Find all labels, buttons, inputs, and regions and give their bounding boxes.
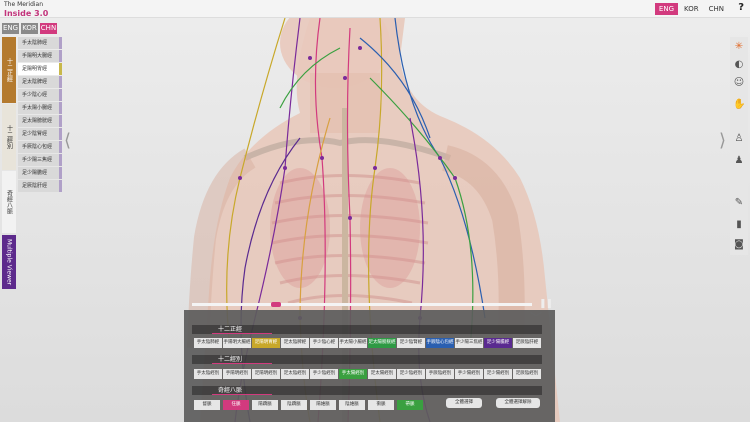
divergent-toggle-button[interactable]: 手太陰經別: [194, 369, 222, 379]
tab-twelve-meridians[interactable]: 十二正經: [2, 37, 16, 103]
divergent-toggle-button[interactable]: 手厥陰經別: [426, 369, 454, 379]
section-header-twelve-divergent: 十二經別: [192, 355, 542, 364]
divergent-toggle-button[interactable]: 足太陰經別: [281, 369, 309, 379]
row-twelve-divergent: 手太陰經別 手陽明經別 足陽明經別 足太陰經別 手少陰經別 手太陽經別 足太陽經別 足少陰經別…: [194, 369, 541, 379]
logo-line1: The Meridian: [4, 1, 44, 8]
left-lang-eng-button[interactable]: ENG: [2, 23, 19, 34]
meridian-list-item[interactable]: 手少陰心經: [18, 89, 62, 101]
tab-label: Multiple Viewer: [5, 238, 13, 286]
left-lang-chn-button[interactable]: CHN: [40, 23, 57, 34]
extra-vessel-toggle-button[interactable]: 陽維脈: [310, 400, 336, 410]
next-view-arrow-icon[interactable]: ⟩: [719, 130, 726, 151]
slider-knob[interactable]: [271, 302, 282, 307]
left-language-selector: ENG KOR CHN: [2, 23, 57, 34]
divergent-toggle-button[interactable]: 手少陽經別: [455, 369, 483, 379]
meridian-toggle-button[interactable]: 足太陰脾經: [281, 338, 309, 348]
meridian-list-item[interactable]: 足少陰腎經: [18, 128, 62, 140]
deselect-all-button[interactable]: 全體選擇解除: [496, 398, 540, 408]
right-toolbar: ✳ ◐ ☺ ✋ ♙ ♟ ✎ ▮ ◙: [730, 37, 748, 255]
top-bar: The Meridian Inside 3.0 ENG KOR CHN ?: [0, 0, 750, 18]
meridian-list-item[interactable]: 足陽明胃經: [18, 63, 62, 75]
app-logo: The Meridian Inside 3.0: [4, 1, 48, 18]
extra-vessel-toggle-button[interactable]: 衝脈: [368, 400, 394, 410]
ear-icon[interactable]: ◐: [733, 59, 745, 71]
help-button[interactable]: ?: [738, 2, 744, 13]
divergent-toggle-button[interactable]: 足太陽經別: [368, 369, 396, 379]
section-header-eight-extra: 奇經八脈: [192, 386, 542, 395]
top-lang-eng-button[interactable]: ENG: [654, 3, 679, 15]
meridian-list: 手太陰肺經 手陽明大腸經 足陽明胃經 足太陰脾經 手少陰心經 手太陽小腸經 足太陽膀胱經 足少…: [18, 37, 62, 193]
eraser-icon[interactable]: ✎: [733, 197, 745, 209]
extra-vessel-toggle-button[interactable]: 帶脈: [397, 400, 423, 410]
divergent-toggle-button[interactable]: 手太陽經別: [339, 369, 367, 379]
extra-vessel-toggle-button[interactable]: 陰維脈: [339, 400, 365, 410]
divergent-toggle-button[interactable]: 手陽明經別: [223, 369, 251, 379]
meridian-list-item[interactable]: 手陽明大腸經: [18, 50, 62, 62]
top-lang-chn-button[interactable]: CHN: [705, 3, 728, 15]
tab-label: 十二經別: [5, 125, 13, 149]
section-title: 十二經別: [218, 356, 243, 363]
select-all-button[interactable]: 全體選擇: [446, 398, 482, 408]
meridian-toggle-button[interactable]: 手太陽小腸經: [339, 338, 367, 348]
divergent-toggle-button[interactable]: 足少陰經別: [397, 369, 425, 379]
row-twelve-meridians: 手太陰肺經 手陽明大腸經 足陽明胃經 足太陰脾經 手少陰心經 手太陽小腸經 足太陽膀胱經 足少…: [194, 338, 541, 348]
divergent-toggle-button[interactable]: 足陽明經別: [252, 369, 280, 379]
meridian-list-item[interactable]: 手太陰肺經: [18, 37, 62, 49]
section-header-twelve-meridians: 十二正經: [192, 325, 542, 334]
extra-vessel-toggle-button[interactable]: 任脈: [223, 400, 249, 410]
meridian-list-item[interactable]: 足少陽膽經: [18, 167, 62, 179]
meridian-toggle-button[interactable]: 足太陽膀胱經: [368, 338, 396, 348]
extra-vessel-toggle-button[interactable]: 陰蹻脈: [281, 400, 307, 410]
meridian-toggle-button[interactable]: 手陽明大腸經: [223, 338, 251, 348]
camera-icon[interactable]: ◙: [733, 239, 745, 251]
meridian-list-item[interactable]: 足太陽膀胱經: [18, 115, 62, 127]
meridian-toggle-button[interactable]: 手太陰肺經: [194, 338, 222, 348]
meridian-toggle-button[interactable]: 足厥陰肝經: [513, 338, 541, 348]
divergent-toggle-button[interactable]: 足厥陰經別: [513, 369, 541, 379]
meridian-list-item[interactable]: 足太陰脾經: [18, 76, 62, 88]
section-title: 奇經八脈: [218, 387, 243, 394]
row-eight-extra: 督脈 任脈 陽蹻脈 陰蹻脈 陽維脈 陰維脈 衝脈 帶脈: [194, 400, 425, 410]
meridian-toggle-button[interactable]: 足少陰腎經: [397, 338, 425, 348]
meridian-selection-panel: 十二正經 手太陰肺經 手陽明大腸經 足陽明胃經 足太陰脾經 手少陰心經 手太陽小腸經 足太陽…: [184, 310, 555, 422]
meridian-toggle-button[interactable]: 手少陽三焦經: [455, 338, 483, 348]
extra-vessel-toggle-button[interactable]: 督脈: [194, 400, 220, 410]
tab-multiple-viewer[interactable]: Multiple Viewer: [2, 235, 16, 289]
meridian-list-item[interactable]: 手太陽小腸經: [18, 102, 62, 114]
meridian-toggle-button[interactable]: 手厥陰心包經: [426, 338, 454, 348]
tab-twelve-divergent[interactable]: 十二經別: [2, 104, 16, 170]
prev-view-arrow-icon[interactable]: ⟨: [64, 130, 71, 151]
face-icon[interactable]: ☺: [733, 77, 745, 89]
playback-slider[interactable]: [192, 302, 532, 307]
divergent-toggle-button[interactable]: 足少陽經別: [484, 369, 512, 379]
left-lang-kor-button[interactable]: KOR: [21, 23, 38, 34]
meridian-list-item[interactable]: 足厥陰肝經: [18, 180, 62, 192]
top-language-selector: ENG KOR CHN: [654, 3, 728, 15]
trash-icon[interactable]: ▮: [733, 219, 745, 231]
tab-eight-extra[interactable]: 奇經八脈: [2, 171, 16, 233]
acupoint-icon[interactable]: ✳: [733, 41, 745, 53]
extra-vessel-toggle-button[interactable]: 陽蹻脈: [252, 400, 278, 410]
app-window: The Meridian Inside 3.0 ENG KOR CHN ? EN…: [0, 0, 750, 422]
body-front-icon[interactable]: ♙: [733, 133, 745, 145]
divergent-toggle-button[interactable]: 手少陰經別: [310, 369, 338, 379]
logo-line2: Inside 3.0: [4, 9, 49, 18]
meridian-toggle-button[interactable]: 足少陽膽經: [484, 338, 512, 348]
meridian-toggle-button[interactable]: 足陽明胃經: [252, 338, 280, 348]
meridian-list-item[interactable]: 手少陽三焦經: [18, 154, 62, 166]
body-side-icon[interactable]: ♟: [733, 155, 745, 167]
tab-label: 十二正經: [5, 58, 13, 82]
top-lang-kor-button[interactable]: KOR: [680, 3, 703, 15]
section-title: 十二正經: [218, 326, 243, 333]
meridian-list-item[interactable]: 手厥陰心包經: [18, 141, 62, 153]
meridian-toggle-button[interactable]: 手少陰心經: [310, 338, 338, 348]
pause-icon[interactable]: ❚❚: [539, 299, 553, 309]
muscle-icon[interactable]: ✋: [733, 99, 745, 111]
tab-label: 奇經八脈: [5, 190, 13, 214]
